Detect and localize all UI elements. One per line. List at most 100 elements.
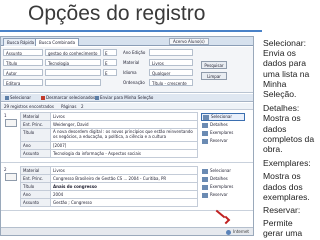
action-label: Exemplares (210, 184, 234, 189)
zone-label: Internet (233, 229, 249, 234)
field-key: Ano (21, 142, 51, 149)
select-icon (202, 168, 208, 174)
field-value: Livros (51, 113, 198, 120)
record-field: Material Livros (21, 113, 198, 121)
filter-label: Material (123, 60, 140, 65)
title-underline (0, 30, 262, 32)
send-icon (95, 96, 99, 100)
field-key: Material (21, 167, 51, 174)
action-label: Reservar (210, 192, 228, 197)
page-number-link[interactable]: 2 (81, 103, 84, 110)
note-detalhes: Detalhes: Mostra os dados completos da o… (263, 103, 315, 155)
tab-busca-rapida[interactable]: Busca Rápida (3, 38, 39, 46)
select-icon (203, 114, 209, 120)
term-input[interactable]: gestao do conhecimento (45, 49, 101, 56)
clear-button[interactable]: Limpar (201, 72, 227, 80)
select-record-button[interactable]: Selecionar (201, 167, 245, 175)
record-field: Assunto Gestão ; Congresso (21, 199, 198, 207)
select-record-button[interactable]: Selecionar (201, 113, 245, 121)
record-field: Material Livros (21, 167, 198, 175)
field-key: Assunto (21, 150, 51, 157)
note-selecionar: Selecionar: Envia os dados para uma list… (263, 38, 310, 100)
pointer-arrow-icon (221, 215, 231, 225)
operator-select[interactable]: E (103, 49, 117, 56)
record-field: Assunto Tecnologia da informação - Aspect… (21, 150, 198, 158)
reserve-icon (202, 192, 208, 198)
results-status: 29 registros encontrados Páginas 2 (1, 103, 253, 110)
action-label: Selecionar (211, 114, 232, 119)
record-number: 2 (4, 167, 7, 172)
field-value: 2004 (51, 191, 198, 198)
copies-button[interactable]: Exemplares (201, 129, 245, 137)
action-label: Selecionar (210, 168, 231, 173)
field-key: Ano (21, 191, 51, 198)
field-key: Ent. Princ. (21, 121, 51, 128)
operator-select[interactable]: E (103, 59, 117, 66)
search-tabs: Busca Rápida Busca Combinada Acervo Alun… (1, 37, 253, 46)
tab-busca-combinada[interactable]: Busca Combinada (35, 38, 80, 46)
filter-label: Ano Edição (123, 50, 146, 55)
field-value: Livros (51, 167, 198, 174)
deselect-button[interactable]: Desmarcar selecionados (39, 95, 97, 101)
record-fields: Material Livros Ent. Princ. Congresso Bras… (20, 166, 198, 207)
operator-select[interactable]: E (103, 69, 117, 76)
field-key: Título (21, 129, 51, 141)
action-label: Detalhes (210, 176, 228, 181)
record-actions: Selecionar Detalhes Exemplares Reservar (201, 167, 245, 199)
field-key: Material (21, 113, 51, 120)
reserve-button[interactable]: Reservar (201, 191, 245, 199)
action-label: Exemplares (210, 130, 234, 135)
filter-input[interactable]: Qualquer (149, 69, 193, 76)
field-select[interactable]: Assunto (3, 49, 43, 56)
record-field: Ent. Princ. Congresso Brasileiro de Gestã… (21, 175, 198, 183)
record-fields: Material Livros Ent. Princ. Weidenger, Dav… (20, 112, 198, 158)
search-form: Assunto gestao do conhecimento E Ano Edi… (1, 47, 253, 93)
search-row: Editora Ordenação Título - crescente (3, 79, 253, 87)
copies-button[interactable]: Exemplares (201, 183, 245, 191)
uncheck-icon (41, 96, 45, 100)
catalog-screenshot: Busca Rápida Busca Combinada Acervo Alun… (0, 36, 254, 236)
term-input[interactable] (45, 79, 101, 86)
term-input[interactable]: Tecnologia (45, 59, 101, 66)
search-button[interactable]: Pesquisar (201, 61, 227, 69)
record-field: Título A nova desordem digital : os novos… (21, 129, 198, 142)
details-icon (202, 122, 208, 128)
record-field: Ano [2007] (21, 142, 198, 150)
book-thumbnail (5, 119, 17, 127)
search-row: Assunto gestao do conhecimento E Ano Edi… (3, 49, 253, 57)
details-button[interactable]: Detalhes (201, 175, 245, 183)
field-select[interactable]: Editora (3, 79, 43, 86)
toolbar-label: Enviar para Minha Seleção (100, 95, 154, 100)
book-thumbnail (5, 173, 17, 181)
results-toolbar: Selecionar Desmarcar selecionados Enviar… (1, 94, 253, 102)
reserve-button[interactable]: Reservar (201, 137, 245, 145)
details-button[interactable]: Detalhes (201, 121, 245, 129)
acervo-select[interactable]: Acervo Aluno(s) (169, 38, 209, 45)
globe-icon (226, 230, 231, 235)
action-label: Detalhes (210, 122, 228, 127)
field-key: Ent. Princ. (21, 175, 51, 182)
browser-status-bar: Internet (1, 227, 253, 235)
result-record: 1 Material Livros Ent. Princ. Weidenger, D… (1, 111, 253, 163)
field-value: Congresso Brasileiro de Gestão CS ... 20… (51, 175, 198, 182)
filter-input[interactable] (149, 49, 193, 56)
note-reservar-title: Reservar: (263, 205, 301, 216)
record-field: Ano 2004 (21, 191, 198, 199)
record-number: 1 (4, 113, 7, 118)
field-value: Anais do congresso (51, 183, 198, 190)
field-select[interactable]: Autor (3, 69, 43, 76)
toolbar-label: Selecionar (10, 95, 31, 100)
filter-label: Idioma (123, 70, 137, 75)
field-value: Weidenger, David (51, 121, 198, 128)
toolbar-label: Desmarcar selecionados (46, 95, 96, 100)
filter-input[interactable]: Livros (149, 59, 193, 66)
term-input[interactable] (45, 69, 101, 76)
select-all-button[interactable]: Selecionar (3, 95, 33, 101)
filter-input[interactable]: Título - crescente (149, 79, 193, 86)
checkbox-icon (5, 96, 9, 100)
notes-panel: Selecionar: Envia os dados para uma list… (263, 38, 315, 240)
field-select[interactable]: Título (3, 59, 43, 66)
pages-label: Páginas (61, 104, 77, 109)
action-label: Reservar (210, 138, 228, 143)
send-to-selection-button[interactable]: Enviar para Minha Seleção (93, 95, 155, 101)
